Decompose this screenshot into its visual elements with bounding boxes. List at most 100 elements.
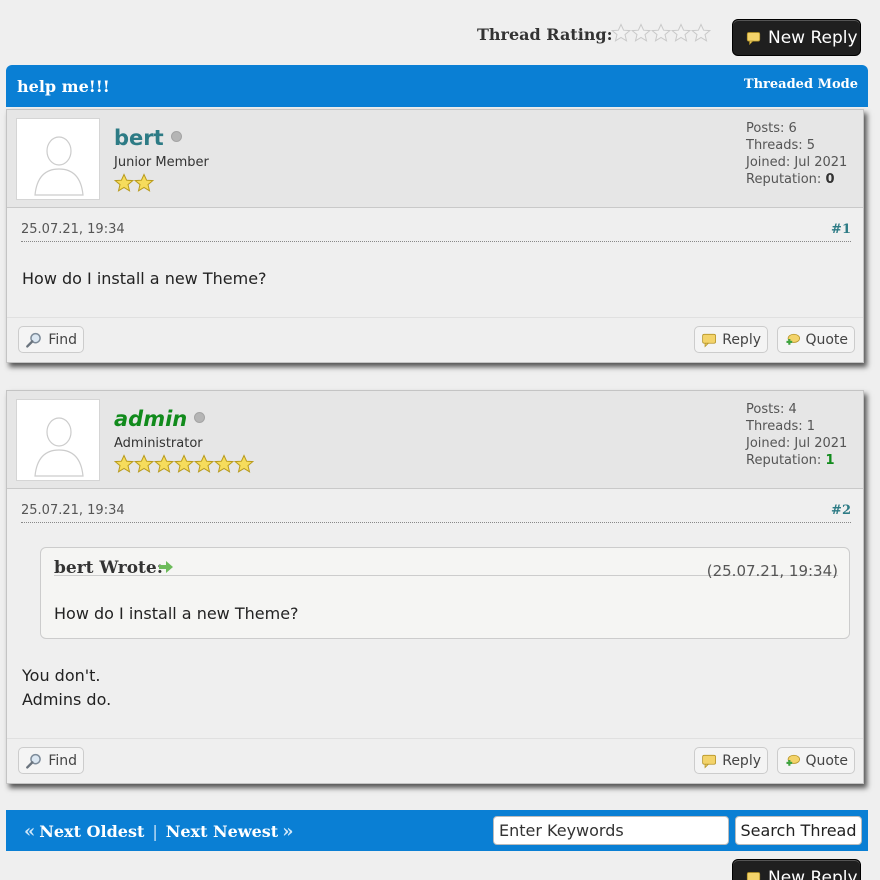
speech-bubble-icon bbox=[745, 31, 762, 45]
find-button[interactable]: Find bbox=[18, 747, 84, 774]
post-body-line: Admins do. bbox=[22, 690, 112, 709]
reply-label: Reply bbox=[722, 752, 761, 769]
rank-star-icon bbox=[114, 454, 134, 474]
username-link[interactable]: bert bbox=[114, 126, 182, 150]
post-number-link[interactable]: #1 bbox=[831, 222, 851, 237]
rating-star-icon[interactable] bbox=[651, 23, 671, 43]
default-avatar-icon bbox=[17, 400, 101, 482]
magnifier-icon bbox=[25, 331, 43, 349]
post-author-panel: admin Administrator Posts: 4 Threads: 1 … bbox=[7, 391, 863, 489]
thread-rating-stars[interactable] bbox=[611, 23, 711, 43]
reputation-value[interactable]: 0 bbox=[825, 172, 834, 187]
new-reply-label: New Reply bbox=[768, 27, 858, 48]
reply-bubble-icon bbox=[701, 331, 717, 349]
quote-author: bert Wrote: bbox=[54, 558, 163, 578]
post-meta: 25.07.21, 19:34 #2 bbox=[21, 501, 851, 523]
magnifier-icon bbox=[25, 752, 43, 770]
post-author-panel: bert Junior Member Posts: 6 Threads: 5 J… bbox=[7, 110, 863, 208]
go-to-post-arrow-icon[interactable] bbox=[159, 561, 173, 573]
rank-star-icon bbox=[194, 454, 214, 474]
thread-header: help me!!! Threaded Mode bbox=[6, 65, 868, 107]
thread-top-bar: Thread Rating: New Reply bbox=[0, 0, 880, 62]
threaded-mode-link[interactable]: Threaded Mode bbox=[744, 77, 858, 92]
search-keywords-input[interactable] bbox=[493, 816, 729, 845]
post-controls: Find Reply Quote bbox=[7, 738, 863, 782]
quote-label: Quote bbox=[805, 331, 848, 348]
user-reputation: Reputation: 1 bbox=[746, 453, 835, 468]
double-chevron-right-icon: » bbox=[282, 821, 294, 842]
next-oldest-link[interactable]: Next Oldest bbox=[39, 822, 144, 841]
post-date: 25.07.21, 19:34 bbox=[21, 503, 125, 518]
thread-footer-bar: « Next Oldest | Next Newest » Search Thr… bbox=[6, 810, 868, 851]
user-posts: Posts: 4 bbox=[746, 402, 797, 417]
user-threads: Threads: 1 bbox=[746, 419, 816, 434]
rating-star-icon[interactable] bbox=[671, 23, 691, 43]
default-avatar-icon bbox=[17, 119, 101, 201]
user-posts: Posts: 6 bbox=[746, 121, 797, 136]
rank-star-icon bbox=[114, 173, 134, 193]
reply-button[interactable]: Reply bbox=[694, 326, 768, 353]
reputation-value[interactable]: 1 bbox=[825, 453, 834, 468]
find-label: Find bbox=[48, 331, 77, 348]
speech-bubble-icon bbox=[745, 871, 762, 880]
avatar[interactable] bbox=[16, 399, 100, 481]
next-newest-link[interactable]: Next Newest bbox=[166, 822, 278, 841]
rating-star-icon[interactable] bbox=[611, 23, 631, 43]
quote-button[interactable]: Quote bbox=[777, 747, 855, 774]
post-date: 25.07.21, 19:34 bbox=[21, 222, 125, 237]
post-body-line: You don't. bbox=[22, 666, 101, 685]
post-number-link[interactable]: #2 bbox=[831, 503, 851, 518]
reply-label: Reply bbox=[722, 331, 761, 348]
thread-title: help me!!! bbox=[17, 77, 110, 96]
new-reply-label: New Reply bbox=[768, 867, 858, 880]
user-reputation: Reputation: 0 bbox=[746, 172, 835, 187]
rank-star-icon bbox=[154, 454, 174, 474]
search-thread-button[interactable]: Search Thread bbox=[735, 816, 862, 845]
post-body: You don't. Admins do. bbox=[22, 664, 111, 712]
reply-bubble-icon bbox=[701, 752, 717, 770]
thread-navigation: « Next Oldest | Next Newest » bbox=[20, 821, 297, 842]
rating-star-icon[interactable] bbox=[691, 23, 711, 43]
rank-star-icon bbox=[174, 454, 194, 474]
user-threads: Threads: 5 bbox=[746, 138, 816, 153]
find-button[interactable]: Find bbox=[18, 326, 84, 353]
post-meta: 25.07.21, 19:34 #1 bbox=[21, 220, 851, 242]
quote-header: bert Wrote: (25.07.21, 19:34) bbox=[54, 548, 838, 580]
rating-star-icon[interactable] bbox=[631, 23, 651, 43]
rank-star-icon bbox=[134, 173, 154, 193]
new-reply-button-bottom[interactable]: New Reply bbox=[732, 859, 861, 880]
thread-rating-label: Thread Rating: bbox=[477, 25, 613, 44]
avatar[interactable] bbox=[16, 118, 100, 200]
username-link[interactable]: admin bbox=[114, 407, 206, 431]
offline-status-icon bbox=[194, 412, 206, 423]
user-rank-stars bbox=[114, 454, 254, 474]
post-body-line: How do I install a new Theme? bbox=[22, 269, 267, 288]
rank-star-icon bbox=[134, 454, 154, 474]
quote-text: How do I install a new Theme? bbox=[54, 604, 299, 623]
user-joined: Joined: Jul 2021 bbox=[746, 436, 848, 451]
post-controls: Find Reply Quote bbox=[7, 317, 863, 361]
quote-label: Quote bbox=[805, 752, 848, 769]
user-rank-stars bbox=[114, 173, 154, 193]
quote-add-icon bbox=[784, 752, 800, 770]
nav-separator: | bbox=[152, 822, 158, 841]
new-reply-button[interactable]: New Reply bbox=[732, 19, 861, 56]
reply-button[interactable]: Reply bbox=[694, 747, 768, 774]
post-body: How do I install a new Theme? bbox=[22, 267, 267, 291]
user-stats: Posts: 4 Threads: 1 Joined: Jul 2021 Rep… bbox=[746, 401, 847, 469]
post-2: admin Administrator Posts: 4 Threads: 1 … bbox=[6, 390, 864, 784]
user-title: Junior Member bbox=[114, 155, 209, 170]
rank-star-icon bbox=[234, 454, 254, 474]
quote-button[interactable]: Quote bbox=[777, 326, 855, 353]
quote-time: (25.07.21, 19:34) bbox=[706, 562, 838, 580]
quote-block: bert Wrote: (25.07.21, 19:34) How do I i… bbox=[40, 547, 850, 639]
rank-star-icon bbox=[214, 454, 234, 474]
post-1: bert Junior Member Posts: 6 Threads: 5 J… bbox=[6, 109, 864, 363]
find-label: Find bbox=[48, 752, 77, 769]
user-joined: Joined: Jul 2021 bbox=[746, 155, 848, 170]
double-chevron-left-icon: « bbox=[24, 821, 36, 842]
user-title: Administrator bbox=[114, 436, 203, 451]
quote-add-icon bbox=[784, 331, 800, 349]
offline-status-icon bbox=[170, 131, 182, 142]
user-stats: Posts: 6 Threads: 5 Joined: Jul 2021 Rep… bbox=[746, 120, 847, 188]
